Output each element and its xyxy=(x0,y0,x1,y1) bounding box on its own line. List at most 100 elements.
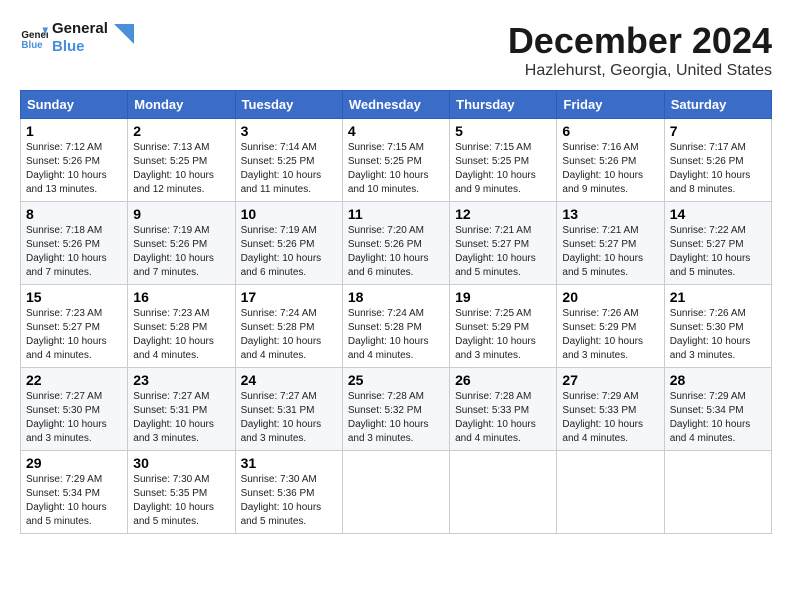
day-info: Sunrise: 7:22 AMSunset: 5:27 PMDaylight:… xyxy=(670,225,751,278)
day-info: Sunrise: 7:16 AMSunset: 5:26 PMDaylight:… xyxy=(562,142,643,195)
day-info: Sunrise: 7:15 AMSunset: 5:25 PMDaylight:… xyxy=(455,142,536,195)
day-number: 28 xyxy=(670,372,766,388)
day-info: Sunrise: 7:23 AMSunset: 5:27 PMDaylight:… xyxy=(26,308,107,361)
day-info: Sunrise: 7:15 AMSunset: 5:25 PMDaylight:… xyxy=(348,142,429,195)
day-info: Sunrise: 7:24 AMSunset: 5:28 PMDaylight:… xyxy=(241,308,322,361)
day-info: Sunrise: 7:24 AMSunset: 5:28 PMDaylight:… xyxy=(348,308,429,361)
day-info: Sunrise: 7:30 AMSunset: 5:35 PMDaylight:… xyxy=(133,474,214,527)
calendar-cell: 28 Sunrise: 7:29 AMSunset: 5:34 PMDaylig… xyxy=(664,368,771,451)
day-number: 13 xyxy=(562,206,658,222)
calendar-cell: 23 Sunrise: 7:27 AMSunset: 5:31 PMDaylig… xyxy=(128,368,235,451)
day-info: Sunrise: 7:21 AMSunset: 5:27 PMDaylight:… xyxy=(455,225,536,278)
calendar-cell: 22 Sunrise: 7:27 AMSunset: 5:30 PMDaylig… xyxy=(21,368,128,451)
week-row-1: 1 Sunrise: 7:12 AMSunset: 5:26 PMDayligh… xyxy=(21,119,772,202)
day-number: 25 xyxy=(348,372,444,388)
day-info: Sunrise: 7:25 AMSunset: 5:29 PMDaylight:… xyxy=(455,308,536,361)
svg-text:Blue: Blue xyxy=(21,40,43,51)
day-number: 4 xyxy=(348,123,444,139)
col-sunday: Sunday xyxy=(21,91,128,119)
day-info: Sunrise: 7:29 AMSunset: 5:33 PMDaylight:… xyxy=(562,391,643,444)
day-info: Sunrise: 7:23 AMSunset: 5:28 PMDaylight:… xyxy=(133,308,214,361)
calendar-cell: 5 Sunrise: 7:15 AMSunset: 5:25 PMDayligh… xyxy=(450,119,557,202)
calendar-cell: 10 Sunrise: 7:19 AMSunset: 5:26 PMDaylig… xyxy=(235,202,342,285)
calendar-cell: 9 Sunrise: 7:19 AMSunset: 5:26 PMDayligh… xyxy=(128,202,235,285)
calendar-table: Sunday Monday Tuesday Wednesday Thursday… xyxy=(20,90,772,534)
day-info: Sunrise: 7:13 AMSunset: 5:25 PMDaylight:… xyxy=(133,142,214,195)
week-row-2: 8 Sunrise: 7:18 AMSunset: 5:26 PMDayligh… xyxy=(21,202,772,285)
calendar-cell: 7 Sunrise: 7:17 AMSunset: 5:26 PMDayligh… xyxy=(664,119,771,202)
day-info: Sunrise: 7:17 AMSunset: 5:26 PMDaylight:… xyxy=(670,142,751,195)
day-number: 8 xyxy=(26,206,122,222)
day-number: 9 xyxy=(133,206,229,222)
calendar-cell: 17 Sunrise: 7:24 AMSunset: 5:28 PMDaylig… xyxy=(235,285,342,368)
calendar-cell: 21 Sunrise: 7:26 AMSunset: 5:30 PMDaylig… xyxy=(664,285,771,368)
calendar-cell: 30 Sunrise: 7:30 AMSunset: 5:35 PMDaylig… xyxy=(128,451,235,534)
day-info: Sunrise: 7:29 AMSunset: 5:34 PMDaylight:… xyxy=(670,391,751,444)
day-number: 15 xyxy=(26,289,122,305)
day-info: Sunrise: 7:14 AMSunset: 5:25 PMDaylight:… xyxy=(241,142,322,195)
day-number: 24 xyxy=(241,372,337,388)
calendar-cell: 29 Sunrise: 7:29 AMSunset: 5:34 PMDaylig… xyxy=(21,451,128,534)
calendar-cell: 27 Sunrise: 7:29 AMSunset: 5:33 PMDaylig… xyxy=(557,368,664,451)
day-number: 11 xyxy=(348,206,444,222)
page-header: General Blue General Blue December 2024 … xyxy=(20,20,772,80)
day-number: 18 xyxy=(348,289,444,305)
month-title: December 2024 xyxy=(508,20,772,62)
day-number: 23 xyxy=(133,372,229,388)
day-info: Sunrise: 7:26 AMSunset: 5:30 PMDaylight:… xyxy=(670,308,751,361)
calendar-cell: 4 Sunrise: 7:15 AMSunset: 5:25 PMDayligh… xyxy=(342,119,449,202)
col-thursday: Thursday xyxy=(450,91,557,119)
calendar-cell: 12 Sunrise: 7:21 AMSunset: 5:27 PMDaylig… xyxy=(450,202,557,285)
day-number: 12 xyxy=(455,206,551,222)
col-monday: Monday xyxy=(128,91,235,119)
day-info: Sunrise: 7:27 AMSunset: 5:31 PMDaylight:… xyxy=(241,391,322,444)
title-section: December 2024 Hazlehurst, Georgia, Unite… xyxy=(508,20,772,80)
day-info: Sunrise: 7:30 AMSunset: 5:36 PMDaylight:… xyxy=(241,474,322,527)
day-info: Sunrise: 7:28 AMSunset: 5:32 PMDaylight:… xyxy=(348,391,429,444)
day-number: 29 xyxy=(26,455,122,471)
day-number: 22 xyxy=(26,372,122,388)
calendar-cell: 24 Sunrise: 7:27 AMSunset: 5:31 PMDaylig… xyxy=(235,368,342,451)
logo-arrow-icon xyxy=(114,24,134,44)
col-tuesday: Tuesday xyxy=(235,91,342,119)
day-number: 27 xyxy=(562,372,658,388)
week-row-3: 15 Sunrise: 7:23 AMSunset: 5:27 PMDaylig… xyxy=(21,285,772,368)
calendar-cell: 16 Sunrise: 7:23 AMSunset: 5:28 PMDaylig… xyxy=(128,285,235,368)
day-number: 21 xyxy=(670,289,766,305)
calendar-cell: 25 Sunrise: 7:28 AMSunset: 5:32 PMDaylig… xyxy=(342,368,449,451)
day-info: Sunrise: 7:27 AMSunset: 5:30 PMDaylight:… xyxy=(26,391,107,444)
day-number: 30 xyxy=(133,455,229,471)
calendar-cell: 3 Sunrise: 7:14 AMSunset: 5:25 PMDayligh… xyxy=(235,119,342,202)
logo: General Blue General Blue xyxy=(20,20,134,56)
calendar-cell: 2 Sunrise: 7:13 AMSunset: 5:25 PMDayligh… xyxy=(128,119,235,202)
header-row: Sunday Monday Tuesday Wednesday Thursday… xyxy=(21,91,772,119)
day-number: 6 xyxy=(562,123,658,139)
calendar-cell xyxy=(342,451,449,534)
col-friday: Friday xyxy=(557,91,664,119)
day-info: Sunrise: 7:12 AMSunset: 5:26 PMDaylight:… xyxy=(26,142,107,195)
day-number: 7 xyxy=(670,123,766,139)
day-number: 2 xyxy=(133,123,229,139)
logo-icon: General Blue xyxy=(20,24,48,52)
day-number: 31 xyxy=(241,455,337,471)
calendar-cell: 1 Sunrise: 7:12 AMSunset: 5:26 PMDayligh… xyxy=(21,119,128,202)
week-row-5: 29 Sunrise: 7:29 AMSunset: 5:34 PMDaylig… xyxy=(21,451,772,534)
day-info: Sunrise: 7:26 AMSunset: 5:29 PMDaylight:… xyxy=(562,308,643,361)
day-number: 3 xyxy=(241,123,337,139)
day-number: 10 xyxy=(241,206,337,222)
calendar-cell xyxy=(557,451,664,534)
day-info: Sunrise: 7:19 AMSunset: 5:26 PMDaylight:… xyxy=(241,225,322,278)
calendar-cell: 15 Sunrise: 7:23 AMSunset: 5:27 PMDaylig… xyxy=(21,285,128,368)
day-info: Sunrise: 7:21 AMSunset: 5:27 PMDaylight:… xyxy=(562,225,643,278)
col-wednesday: Wednesday xyxy=(342,91,449,119)
calendar-cell: 8 Sunrise: 7:18 AMSunset: 5:26 PMDayligh… xyxy=(21,202,128,285)
week-row-4: 22 Sunrise: 7:27 AMSunset: 5:30 PMDaylig… xyxy=(21,368,772,451)
calendar-cell: 13 Sunrise: 7:21 AMSunset: 5:27 PMDaylig… xyxy=(557,202,664,285)
day-info: Sunrise: 7:29 AMSunset: 5:34 PMDaylight:… xyxy=(26,474,107,527)
day-number: 5 xyxy=(455,123,551,139)
day-number: 19 xyxy=(455,289,551,305)
day-info: Sunrise: 7:28 AMSunset: 5:33 PMDaylight:… xyxy=(455,391,536,444)
calendar-cell: 14 Sunrise: 7:22 AMSunset: 5:27 PMDaylig… xyxy=(664,202,771,285)
day-number: 16 xyxy=(133,289,229,305)
location: Hazlehurst, Georgia, United States xyxy=(508,62,772,80)
